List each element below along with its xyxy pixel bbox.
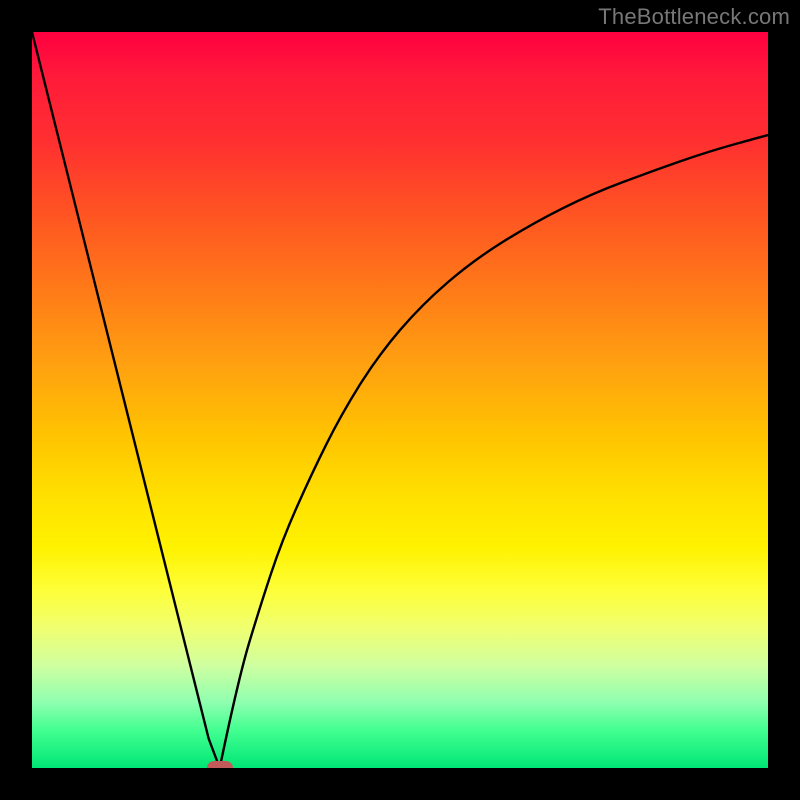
bottleneck-curve — [32, 32, 768, 768]
curve-left-branch — [32, 32, 220, 768]
minimum-marker — [207, 761, 233, 768]
curve-right-branch — [220, 135, 768, 768]
chart-frame: TheBottleneck.com — [0, 0, 800, 800]
plot-area — [32, 32, 768, 768]
attribution-watermark: TheBottleneck.com — [598, 4, 790, 30]
